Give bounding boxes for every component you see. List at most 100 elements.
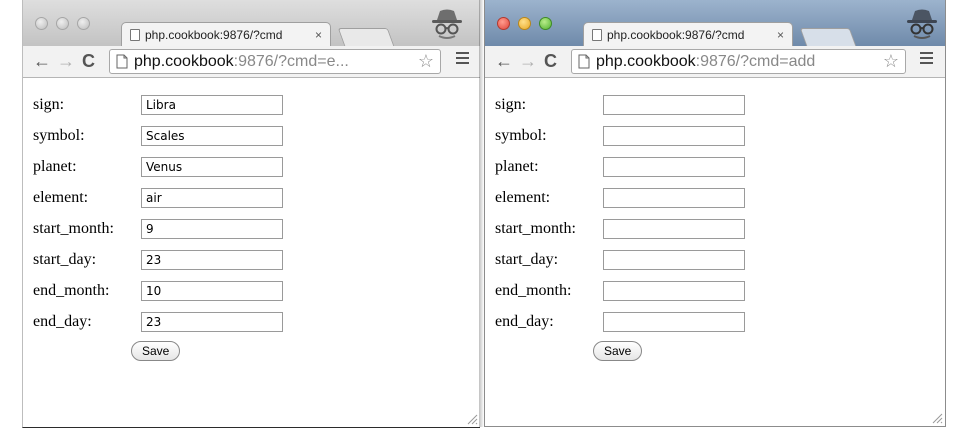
start-month-input[interactable]	[603, 219, 745, 239]
end-month-input[interactable]	[603, 281, 745, 301]
reload-icon[interactable]: C	[82, 50, 95, 72]
form-row: planet:	[495, 156, 945, 187]
form-row: element:	[495, 187, 945, 218]
url-host: php.cookbook	[596, 52, 696, 70]
minimize-window-button[interactable]	[518, 17, 531, 30]
form-row: end_day:	[33, 311, 480, 342]
close-window-button[interactable]	[35, 17, 48, 30]
maximize-window-button[interactable]	[77, 17, 90, 30]
page-icon	[592, 29, 602, 41]
incognito-icon	[907, 9, 937, 39]
symbol-input[interactable]	[141, 126, 283, 146]
maximize-window-button[interactable]	[539, 17, 552, 30]
planet-input[interactable]	[141, 157, 283, 177]
sign-input[interactable]	[141, 95, 283, 115]
forward-arrow-icon[interactable]: →	[519, 50, 537, 72]
field-label: planet:	[495, 158, 539, 175]
browser-window-edit: php.cookbook:9876/?cmd × ← → C php.cookb…	[22, 0, 480, 428]
sign-input[interactable]	[603, 95, 745, 115]
save-button[interactable]: Save	[131, 341, 181, 361]
form-row: symbol:	[33, 125, 480, 156]
tab-title: php.cookbook:9876/?cmd	[145, 28, 283, 42]
field-label: planet:	[33, 158, 77, 175]
end-month-input[interactable]	[141, 281, 283, 301]
element-input[interactable]	[603, 188, 745, 208]
form-row: symbol:	[495, 125, 945, 156]
start-month-input[interactable]	[141, 219, 283, 239]
start-day-input[interactable]	[603, 250, 745, 270]
browser-tab[interactable]: php.cookbook:9876/?cmd ×	[583, 22, 793, 47]
field-label: end_month:	[495, 282, 572, 299]
address-bar[interactable]: php.cookbook:9876/?cmd=e... ☆	[109, 49, 441, 74]
window-controls	[35, 17, 90, 30]
page-content: sign: symbol: planet: element: start_mon…	[23, 78, 480, 361]
form-row: end_month:	[495, 280, 945, 311]
field-label: element:	[33, 189, 89, 206]
field-label: end_day:	[33, 313, 92, 330]
back-arrow-icon[interactable]: ←	[33, 50, 51, 72]
url-text: php.cookbook:9876/?cmd=add	[596, 53, 877, 71]
form-row: sign:	[495, 94, 945, 125]
resize-grip-icon[interactable]	[931, 412, 943, 424]
end-day-input[interactable]	[603, 312, 745, 332]
form-row: element:	[33, 187, 480, 218]
end-day-input[interactable]	[141, 312, 283, 332]
form-row: end_day:	[495, 311, 945, 342]
field-label: start_day:	[33, 251, 97, 268]
page-icon	[130, 29, 140, 41]
title-bar: php.cookbook:9876/?cmd ×	[485, 0, 945, 47]
tab-close-button[interactable]: ×	[315, 28, 322, 42]
page-content: sign: symbol: planet: element: start_mon…	[485, 78, 945, 361]
address-bar[interactable]: php.cookbook:9876/?cmd=add ☆	[571, 49, 906, 74]
symbol-input[interactable]	[603, 126, 745, 146]
field-label: element:	[495, 189, 551, 206]
browser-window-add: php.cookbook:9876/?cmd × ← → C php.cookb…	[484, 0, 946, 427]
tab-title: php.cookbook:9876/?cmd	[607, 28, 745, 42]
new-tab-button[interactable]	[337, 28, 395, 46]
incognito-icon	[432, 9, 462, 39]
browser-tab[interactable]: php.cookbook:9876/?cmd ×	[121, 22, 331, 47]
form-row: start_month:	[33, 218, 480, 249]
form-row: planet:	[33, 156, 480, 187]
url-text: php.cookbook:9876/?cmd=e...	[134, 53, 412, 71]
field-label: end_month:	[33, 282, 110, 299]
menu-icon[interactable]	[920, 52, 933, 66]
planet-input[interactable]	[603, 157, 745, 177]
form-row: start_day:	[495, 249, 945, 280]
form-row: sign:	[33, 94, 480, 125]
element-input[interactable]	[141, 188, 283, 208]
url-path: :9876/?cmd=e...	[233, 52, 349, 70]
title-bar: php.cookbook:9876/?cmd ×	[23, 0, 480, 47]
url-host: php.cookbook	[134, 52, 234, 70]
field-label: sign:	[495, 96, 527, 113]
reload-icon[interactable]: C	[544, 50, 557, 72]
save-button[interactable]: Save	[593, 341, 643, 361]
page-icon	[578, 54, 590, 69]
back-arrow-icon[interactable]: ←	[495, 50, 513, 72]
minimize-window-button[interactable]	[56, 17, 69, 30]
start-day-input[interactable]	[141, 250, 283, 270]
field-label: symbol:	[33, 127, 85, 144]
tab-close-button[interactable]: ×	[777, 28, 784, 42]
field-label: symbol:	[495, 127, 547, 144]
window-controls	[497, 17, 552, 30]
star-icon[interactable]: ☆	[418, 51, 434, 72]
new-tab-button[interactable]	[799, 28, 857, 46]
form-row: end_month:	[33, 280, 480, 311]
close-window-button[interactable]	[497, 17, 510, 30]
field-label: start_month:	[495, 220, 576, 237]
field-label: start_day:	[495, 251, 559, 268]
star-icon[interactable]: ☆	[883, 51, 899, 72]
field-label: start_month:	[33, 220, 114, 237]
resize-grip-icon[interactable]	[466, 413, 478, 425]
page-icon	[116, 54, 128, 69]
forward-arrow-icon[interactable]: →	[57, 50, 75, 72]
browser-toolbar: ← → C php.cookbook:9876/?cmd=e... ☆	[23, 46, 480, 78]
field-label: sign:	[33, 96, 65, 113]
browser-toolbar: ← → C php.cookbook:9876/?cmd=add ☆	[485, 46, 945, 78]
form-row: start_month:	[495, 218, 945, 249]
url-path: :9876/?cmd=add	[695, 52, 816, 70]
menu-icon[interactable]	[456, 52, 469, 66]
form-row: start_day:	[33, 249, 480, 280]
field-label: end_day:	[495, 313, 554, 330]
